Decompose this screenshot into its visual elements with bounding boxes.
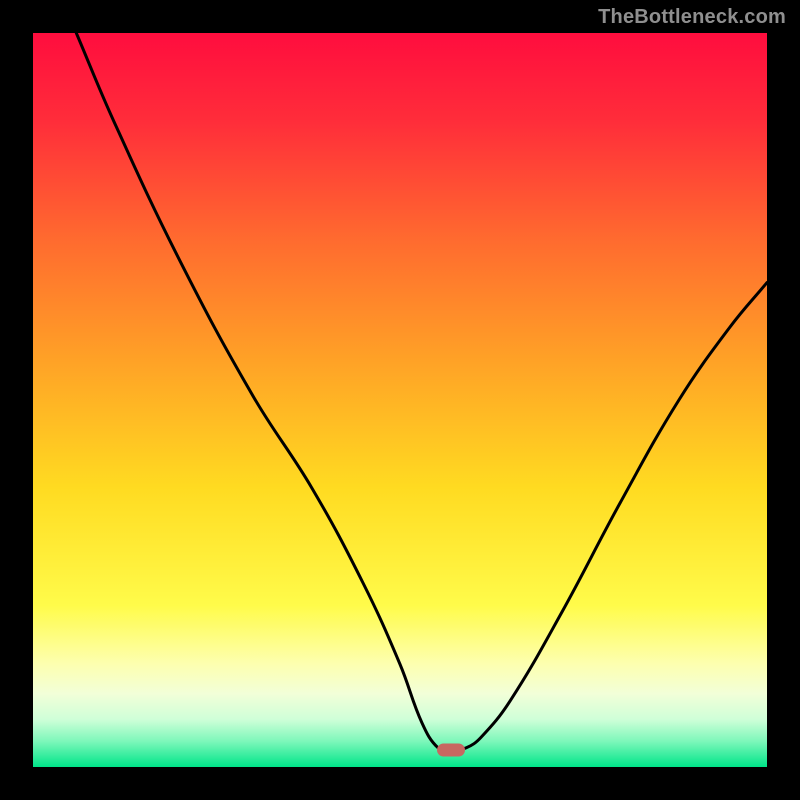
plot-area bbox=[33, 33, 767, 767]
bottleneck-curve bbox=[33, 33, 767, 767]
chart-stage: TheBottleneck.com bbox=[0, 0, 800, 800]
optimal-marker bbox=[437, 744, 465, 757]
watermark-text: TheBottleneck.com bbox=[598, 6, 786, 29]
